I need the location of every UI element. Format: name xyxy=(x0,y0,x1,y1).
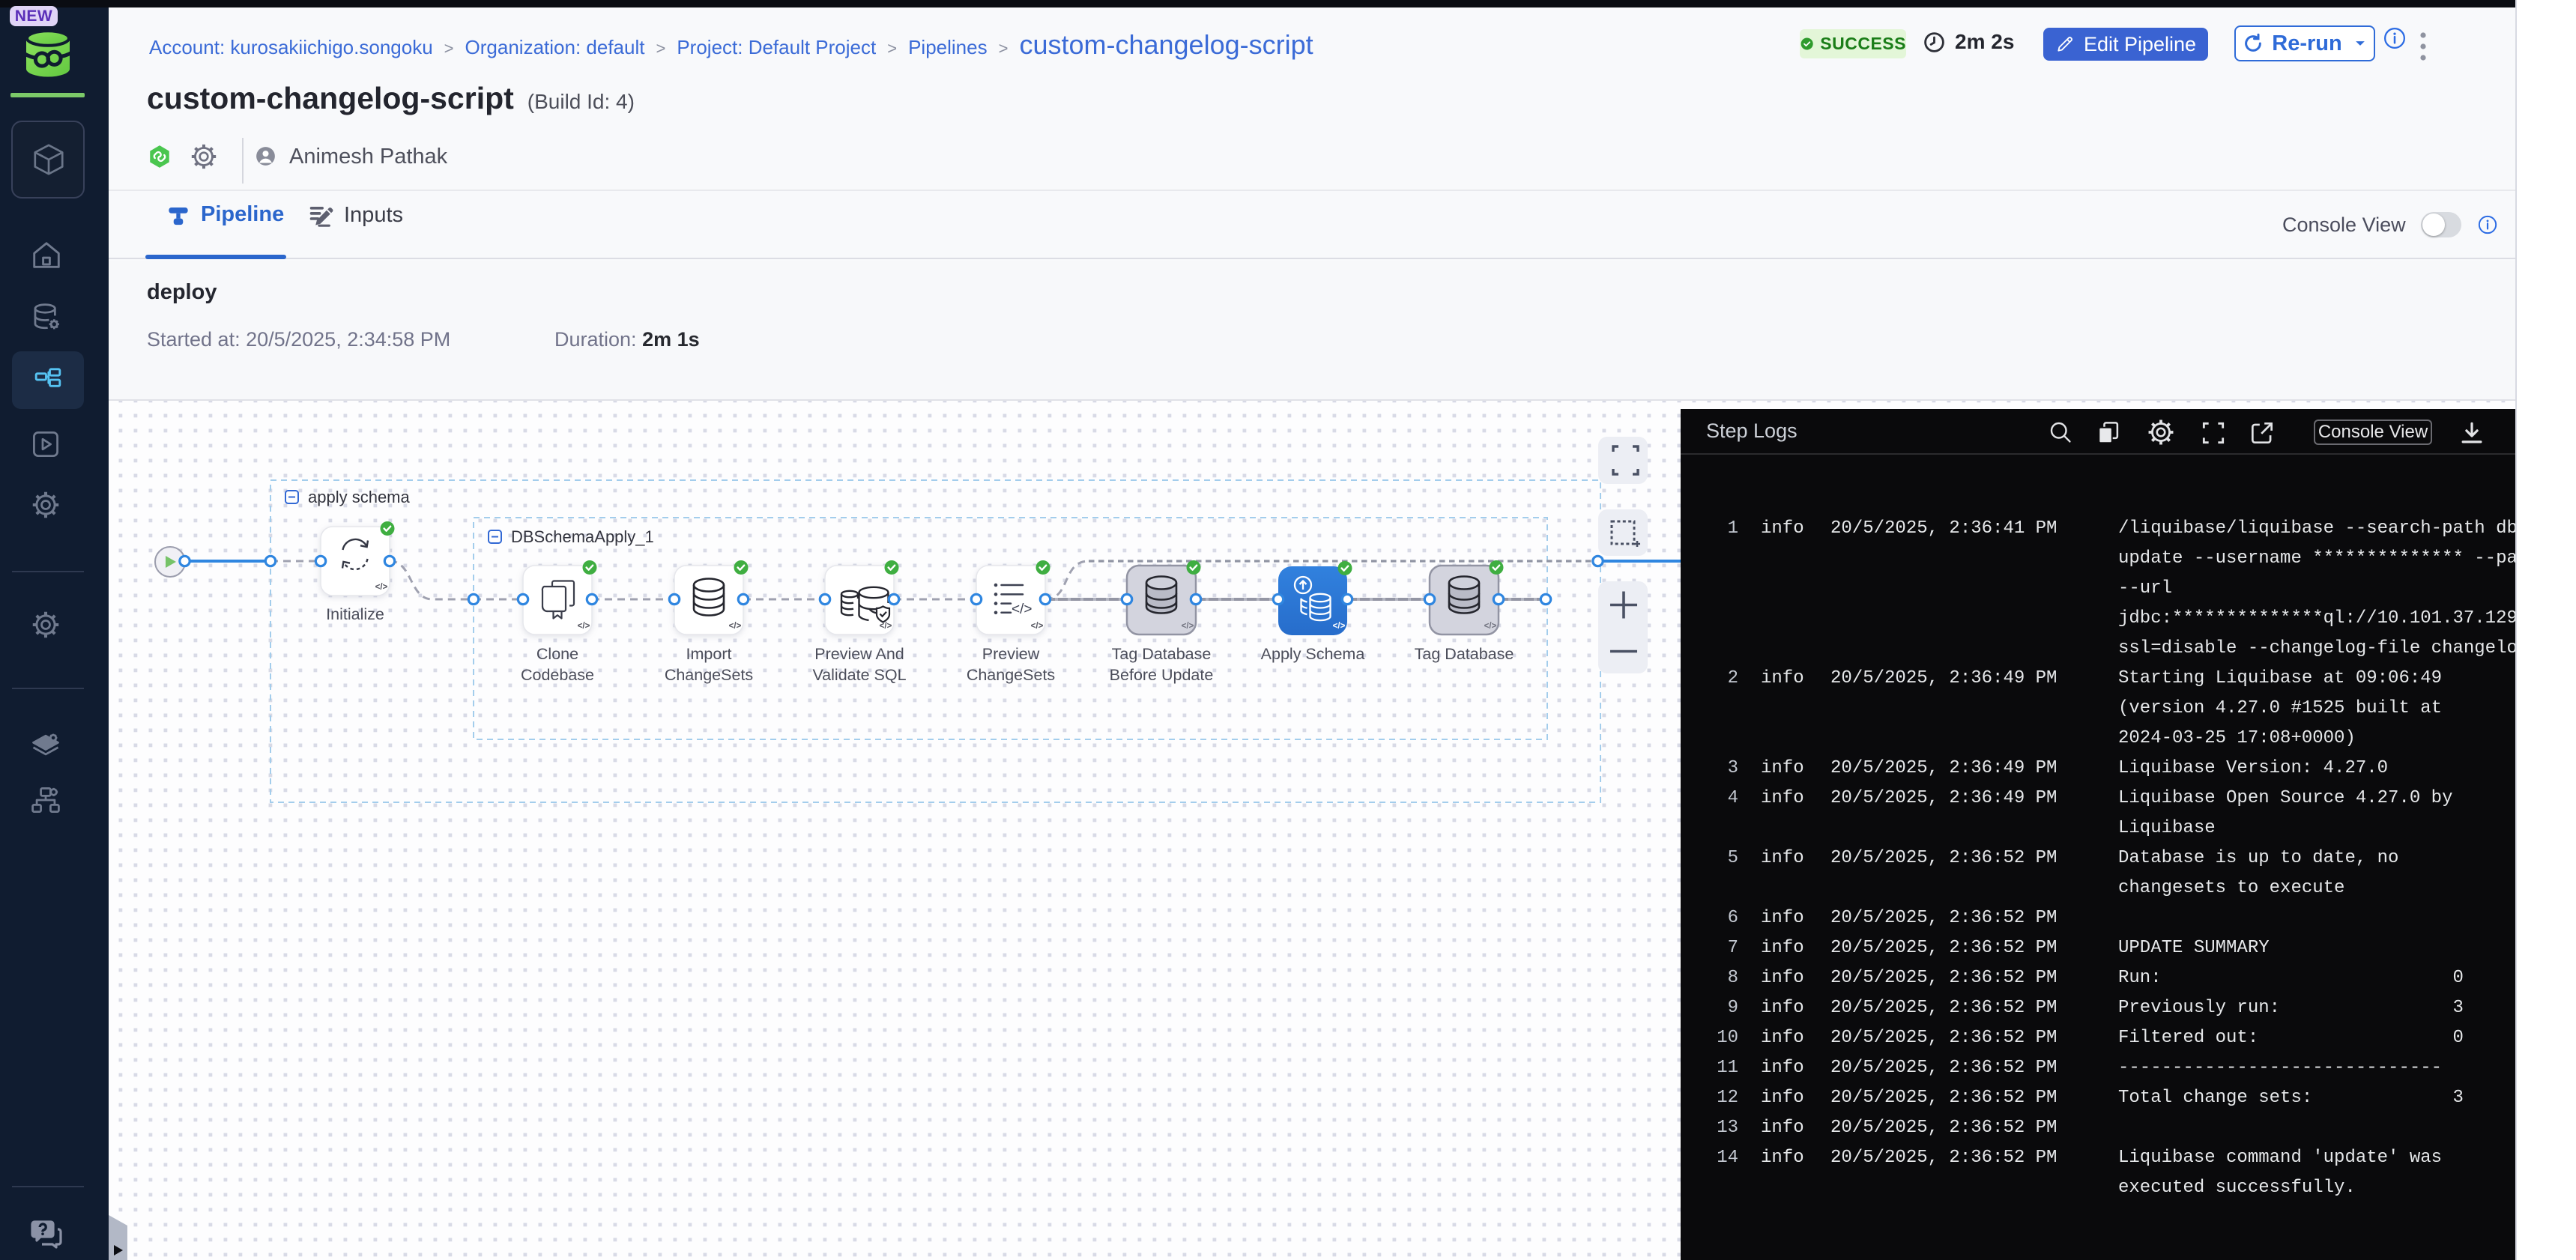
svg-text:Tag Database: Tag Database xyxy=(1112,645,1212,663)
svg-text:Initialize: Initialize xyxy=(326,605,384,623)
svg-text:</>: </> xyxy=(1333,622,1346,631)
svg-text:Preview: Preview xyxy=(982,645,1040,663)
svg-text:Before Update: Before Update xyxy=(1110,666,1214,684)
svg-text:apply schema: apply schema xyxy=(308,488,411,506)
svg-text:Preview And: Preview And xyxy=(814,645,904,663)
svg-text:</>: </> xyxy=(1182,622,1194,631)
svg-text:</>: </> xyxy=(880,622,892,631)
svg-text:ChangeSets: ChangeSets xyxy=(665,666,753,684)
svg-text:</>: </> xyxy=(375,583,388,592)
svg-text:Apply Schema: Apply Schema xyxy=(1261,645,1365,663)
svg-text:</>: </> xyxy=(1031,622,1044,631)
svg-text:</>: </> xyxy=(1484,622,1497,631)
svg-text:Tag Database: Tag Database xyxy=(1415,645,1514,663)
svg-text:Validate SQL: Validate SQL xyxy=(812,666,906,684)
svg-text:</>: </> xyxy=(729,622,742,631)
svg-text:ChangeSets: ChangeSets xyxy=(967,666,1055,684)
svg-text:Clone: Clone xyxy=(536,645,578,663)
svg-text:DBSchemaApply_1: DBSchemaApply_1 xyxy=(511,527,654,546)
svg-text:</>: </> xyxy=(578,622,590,631)
svg-text:Import: Import xyxy=(686,645,732,663)
svg-text:</>: </> xyxy=(1012,602,1032,617)
svg-text:Codebase: Codebase xyxy=(521,666,594,684)
